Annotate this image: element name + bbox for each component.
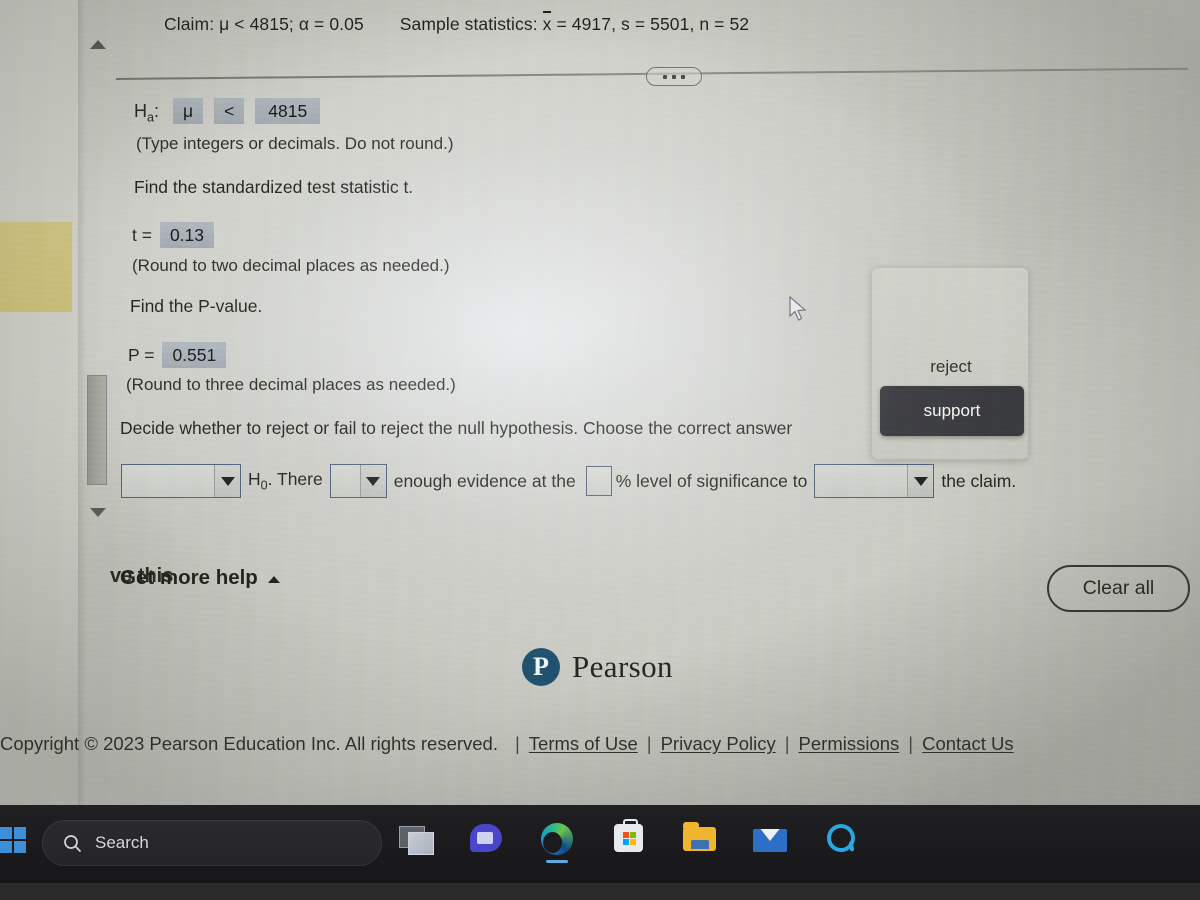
chat-icon[interactable]	[466, 819, 506, 859]
alternative-hypothesis-row: Ha: μ < 4815	[134, 98, 331, 125]
more-options-pill[interactable]	[646, 67, 702, 86]
claim-action-select[interactable]	[814, 464, 935, 498]
ellipsis-dot-icon	[663, 74, 667, 79]
t-label: t =	[132, 225, 152, 245]
h0-label: H0. There	[248, 469, 323, 493]
footer-separator: |	[908, 733, 914, 754]
significance-level-input[interactable]	[585, 466, 612, 496]
chevron-up-icon	[267, 575, 280, 583]
microsoft-store-icon[interactable]	[608, 819, 648, 859]
exercise-content-panel: Claim: μ < 4815; α = 0.05 Sample statist…	[0, 0, 1200, 805]
note-integers-or-decimals: (Type integers or decimals. Do not round…	[136, 134, 454, 153]
p-value-answer[interactable]: 0.551	[162, 342, 227, 368]
contact-us-link[interactable]: Contact Us	[922, 733, 1014, 755]
claim-label: Claim:	[164, 14, 215, 34]
ha-label: Ha:	[134, 101, 159, 125]
ha-operator-answer[interactable]: <	[214, 98, 245, 124]
note-two-decimals: (Round to two decimal places as needed.)	[132, 256, 450, 275]
get-more-help-label: Get more help	[120, 566, 258, 589]
ellipsis-dot-icon	[672, 74, 676, 79]
decision-prompt: Decide whether to reject or fail to reje…	[120, 418, 793, 438]
footer-copyright-bar: Copyright © 2023 Pearson Education Inc. …	[0, 733, 1200, 755]
sample-statistics-label: Sample statistics:	[399, 14, 538, 34]
note-three-decimals: (Round to three decimal places as needed…	[126, 375, 456, 394]
scroll-down-arrow-icon[interactable]	[90, 508, 106, 517]
left-yellow-highlight-block	[0, 222, 72, 312]
decision-select-arrow[interactable]	[214, 465, 240, 497]
scrollbar-thumb[interactable]	[87, 375, 107, 485]
the-claim-text: the claim.	[941, 470, 1017, 491]
footer-separator: |	[646, 733, 652, 754]
clear-all-label: Clear all	[1082, 577, 1155, 599]
scroll-up-arrow-icon[interactable]	[90, 40, 106, 49]
mail-icon[interactable]	[750, 819, 790, 859]
evidence-select-arrow[interactable]	[359, 465, 386, 497]
permissions-link[interactable]: Permissions	[799, 733, 900, 755]
task-view-icon[interactable]	[395, 819, 435, 859]
edge-active-indicator	[546, 860, 568, 863]
photographed-screen: Claim: μ < 4815; α = 0.05 Sample statist…	[0, 0, 1200, 900]
x-bar-symbol: x	[542, 11, 552, 34]
start-button-icon[interactable]	[0, 827, 26, 853]
ha-parameter-answer[interactable]: μ	[172, 98, 204, 124]
copyright-text: Copyright © 2023 Pearson Education Inc. …	[0, 733, 498, 754]
terms-of-use-link[interactable]: Terms of Use	[529, 733, 638, 755]
p-label: P =	[128, 345, 155, 365]
footer-separator: |	[784, 733, 790, 754]
claim-alpha: α = 0.05	[298, 14, 364, 34]
t-value-answer[interactable]: 0.13	[159, 222, 215, 248]
pearson-logo: P Pearson	[522, 648, 673, 686]
pearson-mark-icon: P	[522, 648, 560, 686]
left-column-edge	[78, 0, 86, 805]
conclusion-answer-row: H0. There enough evidence at the % level…	[114, 464, 1016, 498]
enough-evidence-text: enough evidence at the	[393, 470, 576, 491]
file-explorer-icon[interactable]	[679, 819, 719, 859]
footer-separator: |	[514, 733, 520, 754]
dropdown-option-reject[interactable]: reject	[872, 342, 1030, 392]
ha-value-answer[interactable]: 4815	[255, 98, 321, 124]
problem-statement: Claim: μ < 4815; α = 0.05 Sample statist…	[164, 11, 750, 35]
claim-action-select-arrow[interactable]	[907, 465, 934, 497]
section-divider	[115, 65, 1188, 87]
taskbar-icon-group	[395, 819, 861, 863]
test-statistic-row: t = 0.13	[132, 222, 225, 248]
clear-all-button[interactable]: Clear all	[1047, 565, 1190, 612]
left-page-margin	[0, 0, 78, 805]
find-p-value-prompt: Find the P-value.	[130, 296, 263, 316]
sample-size: n = 52	[699, 14, 750, 34]
cortana-icon[interactable]	[821, 819, 861, 859]
x-bar-value: = 4917,	[551, 14, 617, 34]
monitor-bezel	[0, 883, 1200, 900]
pearson-wordmark: Pearson	[572, 649, 673, 684]
edge-icon[interactable]	[537, 819, 577, 863]
sample-sd: s = 5501,	[621, 14, 695, 34]
evidence-select[interactable]	[329, 464, 387, 498]
chevron-down-icon	[366, 476, 381, 486]
find-test-statistic-prompt: Find the standardized test statistic t.	[134, 177, 414, 197]
mouse-cursor-icon	[789, 296, 807, 321]
dropdown-option-support[interactable]: support	[880, 386, 1024, 436]
p-value-row: P = 0.551	[128, 342, 237, 368]
level-of-significance-text: % level of significance to	[615, 470, 808, 491]
decision-select[interactable]	[121, 464, 241, 498]
privacy-policy-link[interactable]: Privacy Policy	[661, 733, 776, 755]
search-icon	[64, 834, 82, 852]
windows-taskbar: Search	[0, 805, 1200, 883]
open-dropdown-menu[interactable]: reject support	[871, 267, 1029, 460]
vertical-scrollbar[interactable]	[86, 30, 112, 525]
taskbar-search-box[interactable]: Search	[42, 820, 382, 866]
chevron-down-icon	[220, 476, 235, 486]
chevron-down-icon	[913, 476, 928, 486]
ellipsis-dot-icon	[681, 74, 685, 79]
claim-hypothesis: μ < 4815;	[219, 14, 294, 34]
taskbar-search-placeholder: Search	[95, 833, 149, 852]
get-more-help-button[interactable]: Get more help	[120, 566, 280, 590]
